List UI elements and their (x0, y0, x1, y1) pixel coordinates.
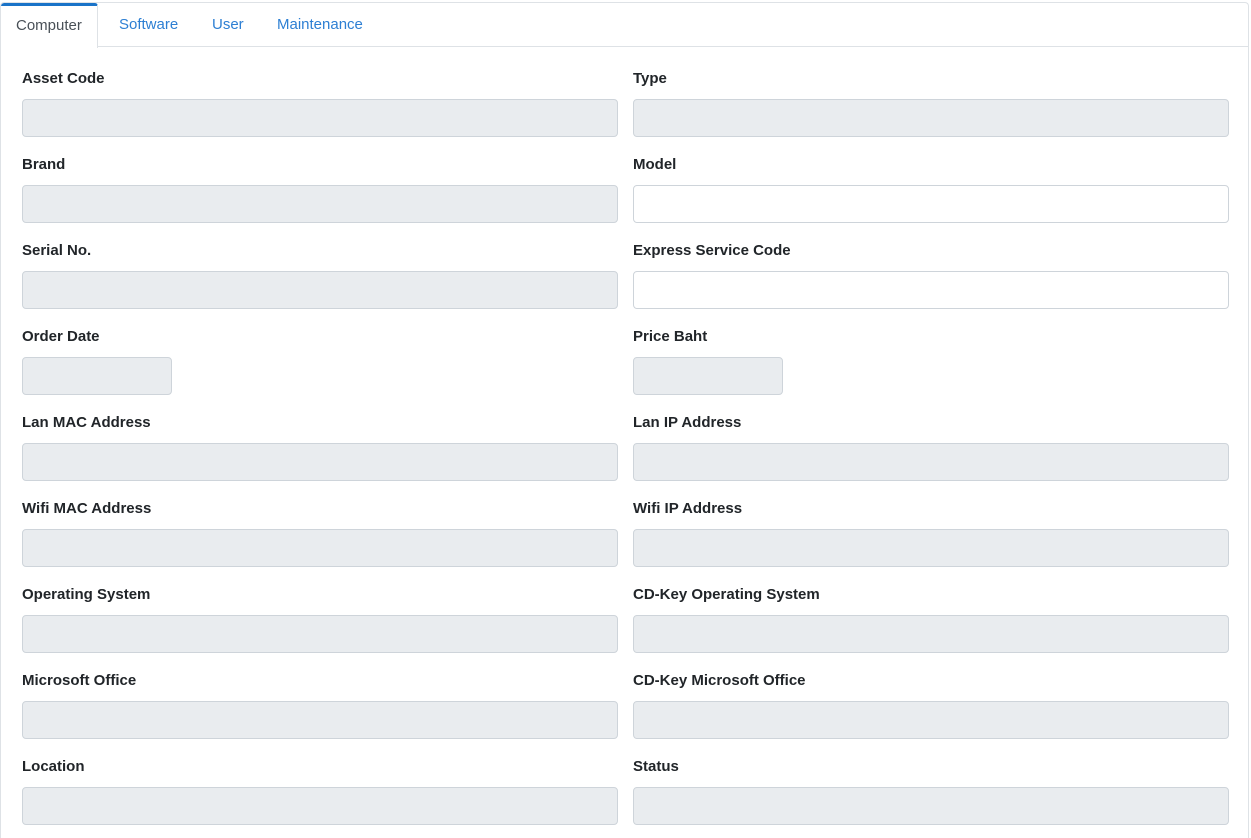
brand-label: Brand (22, 156, 66, 173)
asset-code-field[interactable] (22, 99, 618, 137)
order-date-label: Order Date (22, 328, 100, 345)
asset-code-label: Asset Code (22, 70, 105, 87)
type-label: Type (633, 70, 667, 87)
lan-ip-field[interactable] (633, 443, 1229, 481)
model-label: Model (633, 156, 677, 173)
price-baht-label: Price Baht (633, 328, 708, 345)
status-label: Status (633, 758, 679, 775)
serial-no-label: Serial No. (22, 242, 92, 259)
cdkey-os-label: CD-Key Operating System (633, 586, 820, 603)
cdkey-office-label: CD-Key Microsoft Office (633, 672, 806, 689)
serial-no-field[interactable] (22, 271, 618, 309)
tab-computer[interactable]: Computer (1, 3, 98, 48)
price-baht-field[interactable] (633, 357, 783, 395)
order-date-field[interactable] (22, 357, 172, 395)
tab-software[interactable]: Software (119, 3, 178, 47)
brand-field[interactable] (22, 185, 618, 223)
cdkey-os-field[interactable] (633, 615, 1229, 653)
location-field[interactable] (22, 787, 618, 825)
microsoft-office-field[interactable] (22, 701, 618, 739)
wifi-ip-field[interactable] (633, 529, 1229, 567)
tab-maintenance[interactable]: Maintenance (277, 3, 363, 47)
model-field[interactable] (633, 185, 1229, 223)
operating-system-field[interactable] (22, 615, 618, 653)
operating-system-label: Operating System (22, 586, 151, 603)
type-field[interactable] (633, 99, 1229, 137)
tab-user[interactable]: User (212, 3, 244, 47)
cdkey-office-field[interactable] (633, 701, 1229, 739)
lan-mac-field[interactable] (22, 443, 618, 481)
express-service-code-label: Express Service Code (633, 242, 791, 259)
lan-mac-label: Lan MAC Address (22, 414, 151, 431)
wifi-mac-label: Wifi MAC Address (22, 500, 152, 517)
lan-ip-label: Lan IP Address (633, 414, 742, 431)
tab-bar: Computer Software User Maintenance (1, 3, 1248, 48)
status-field[interactable] (633, 787, 1229, 825)
microsoft-office-label: Microsoft Office (22, 672, 137, 689)
wifi-ip-label: Wifi IP Address (633, 500, 743, 517)
express-service-code-field[interactable] (633, 271, 1229, 309)
location-label: Location (22, 758, 85, 775)
wifi-mac-field[interactable] (22, 529, 618, 567)
